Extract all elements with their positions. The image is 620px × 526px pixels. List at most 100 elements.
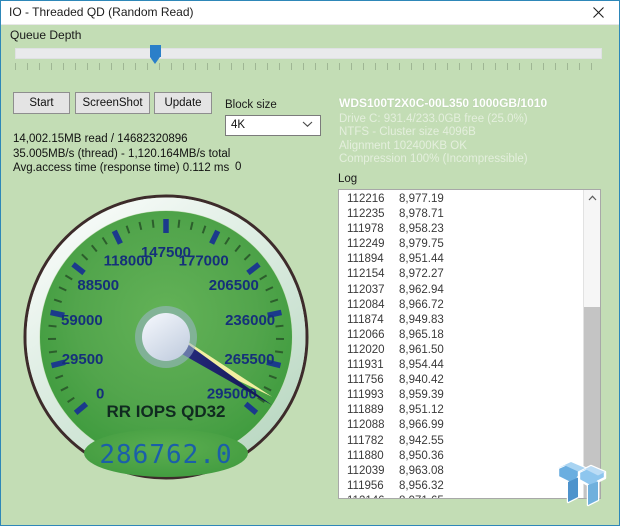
gauge-tick-label: 295000 <box>207 385 257 402</box>
log-iops: 111874 <box>347 313 399 328</box>
log-row: 1119788,958.23 <box>339 222 581 237</box>
block-size-select[interactable]: 4K <box>225 115 321 136</box>
log-iops: 112235 <box>347 207 399 222</box>
log-mbps: 8,966.72 <box>399 298 444 313</box>
log-mbps: 8,972.27 <box>399 267 444 282</box>
log-row: 1122168,977.19 <box>339 192 581 207</box>
stats-block: 14,002.15MB read / 14682320896 35.005MB/… <box>13 132 230 176</box>
log-mbps: 8,977.19 <box>399 192 444 207</box>
stat-read-total: 14,002.15MB read / 14682320896 <box>13 132 230 147</box>
log-iops: 111756 <box>347 373 399 388</box>
log-mbps: 8,958.23 <box>399 222 444 237</box>
log-row: 1118948,951.44 <box>339 252 581 267</box>
gauge-tick-label: 206500 <box>209 277 259 294</box>
iops-gauge: 0295005900088500118000147500177000206500… <box>23 187 309 487</box>
gauge-tick-label: 265500 <box>224 351 274 368</box>
log-box[interactable]: 1122168,977.191122358,978.711119788,958.… <box>338 189 601 499</box>
start-button[interactable]: Start <box>13 92 70 114</box>
log-mbps: 8,954.44 <box>399 358 444 373</box>
log-mbps: 8,951.44 <box>399 252 444 267</box>
drive-filesystem: NTFS - Cluster size 4096B <box>339 126 609 140</box>
stat-extra-value: 0 <box>235 161 241 173</box>
log-mbps: 8,965.18 <box>399 328 444 343</box>
title-bar: IO - Threaded QD (Random Read) <box>1 1 619 25</box>
log-row: 1118748,949.83 <box>339 313 581 328</box>
gauge-svg: 0295005900088500118000147500177000206500… <box>23 187 309 487</box>
log-mbps: 8,979.75 <box>399 237 444 252</box>
scroll-up-icon[interactable] <box>584 190 600 207</box>
gauge-tick-label: 177000 <box>179 253 229 270</box>
log-mbps: 8,950.36 <box>399 449 444 464</box>
gauge-hub <box>142 313 190 361</box>
log-mbps: 8,971.65 <box>399 494 444 499</box>
gauge-tick-label: 236000 <box>225 312 275 329</box>
queue-depth-slider[interactable] <box>15 45 602 71</box>
log-row: 1117828,942.55 <box>339 434 581 449</box>
log-row: 1120378,962.94 <box>339 283 581 298</box>
log-iops: 111993 <box>347 388 399 403</box>
log-mbps: 8,956.32 <box>399 479 444 494</box>
log-row: 1118808,950.36 <box>339 449 581 464</box>
log-mbps: 8,951.12 <box>399 403 444 418</box>
block-size-label: Block size <box>225 99 277 111</box>
log-iops: 112039 <box>347 464 399 479</box>
chevron-down-icon <box>302 119 313 131</box>
log-label: Log <box>338 173 357 185</box>
log-row: 1119568,956.32 <box>339 479 581 494</box>
log-iops: 111880 <box>347 449 399 464</box>
log-mbps: 8,940.42 <box>399 373 444 388</box>
queue-depth-label: Queue Depth <box>10 28 81 42</box>
log-row: 1120398,963.08 <box>339 464 581 479</box>
log-row: 1118898,951.12 <box>339 403 581 418</box>
log-iops: 112020 <box>347 343 399 358</box>
log-row: 1120888,966.99 <box>339 418 581 433</box>
drive-info-panel: WDS100T2X0C-00L350 1000GB/1010 Drive C: … <box>339 97 609 167</box>
log-mbps: 8,978.71 <box>399 207 444 222</box>
stat-access-time: Avg.access time (response time) 0.112 ms <box>13 161 230 176</box>
log-mbps: 8,962.94 <box>399 283 444 298</box>
log-iops: 111782 <box>347 434 399 449</box>
stat-throughput: 35.005MB/s (thread) - 1,120.164MB/s tota… <box>13 147 230 162</box>
log-iops: 112037 <box>347 283 399 298</box>
log-iops: 111894 <box>347 252 399 267</box>
scroll-up-glyph <box>588 195 597 202</box>
log-mbps: 8,963.08 <box>399 464 444 479</box>
app-window: IO - Threaded QD (Random Read) Queue Dep… <box>0 0 620 526</box>
update-button[interactable]: Update <box>154 92 212 114</box>
log-iops: 112216 <box>347 192 399 207</box>
drive-alignment: Alignment 102400KB OK <box>339 140 609 154</box>
slider-thumb[interactable] <box>150 45 161 64</box>
log-iops: 111978 <box>347 222 399 237</box>
log-iops: 112249 <box>347 237 399 252</box>
log-mbps: 8,959.39 <box>399 388 444 403</box>
log-row: 1121548,972.27 <box>339 267 581 282</box>
log-row: 1121468,971.65 <box>339 494 581 499</box>
log-iops: 112066 <box>347 328 399 343</box>
window-title: IO - Threaded QD (Random Read) <box>9 5 194 19</box>
chevron-down-glyph <box>302 120 313 128</box>
gauge-tick-label: 0 <box>96 385 104 402</box>
gauge-center-label: RR IOPS QD32 <box>106 402 225 421</box>
block-size-value: 4K <box>231 119 245 131</box>
drive-model: WDS100T2X0C-00L350 1000GB/1010 <box>339 97 609 111</box>
log-mbps: 8,961.50 <box>399 343 444 358</box>
log-row: 1120848,966.72 <box>339 298 581 313</box>
slider-track[interactable] <box>15 48 602 59</box>
log-iops: 112088 <box>347 418 399 433</box>
log-iops: 112084 <box>347 298 399 313</box>
log-row: 1120668,965.18 <box>339 328 581 343</box>
log-row: 1122358,978.71 <box>339 207 581 222</box>
log-iops: 111931 <box>347 358 399 373</box>
log-scrollbar[interactable] <box>583 190 600 498</box>
log-row: 1117568,940.42 <box>339 373 581 388</box>
log-row: 1119938,959.39 <box>339 388 581 403</box>
gauge-tick-label: 59000 <box>61 312 103 329</box>
log-row: 1120208,961.50 <box>339 343 581 358</box>
gauge-tick-label: 29500 <box>62 351 104 368</box>
log-mbps: 8,949.83 <box>399 313 444 328</box>
log-iops: 111889 <box>347 403 399 418</box>
screenshot-button[interactable]: ScreenShot <box>75 92 150 114</box>
log-mbps: 8,942.55 <box>399 434 444 449</box>
log-list: 1122168,977.191122358,978.711119788,958.… <box>339 192 581 499</box>
close-icon[interactable] <box>577 1 619 23</box>
